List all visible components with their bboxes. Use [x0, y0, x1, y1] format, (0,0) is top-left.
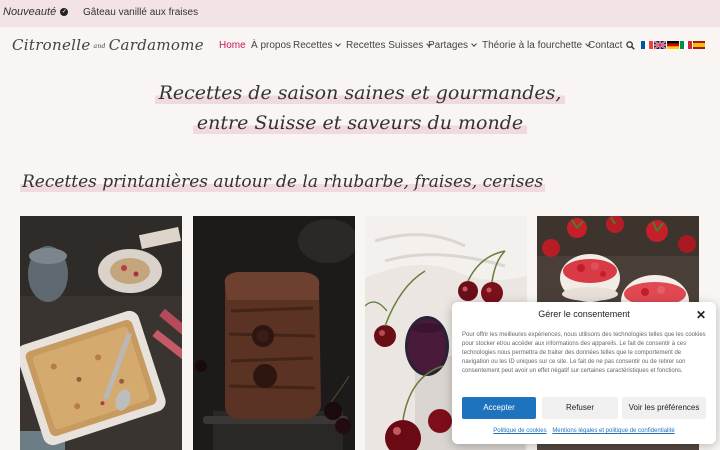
- nav-item-home[interactable]: Home: [219, 40, 246, 51]
- flag-uk-icon[interactable]: [654, 41, 666, 49]
- legal-notice-link[interactable]: Mentions légales et politique de confide…: [552, 428, 674, 434]
- nav-item-contact[interactable]: Contact: [588, 40, 622, 51]
- close-icon[interactable]: ✕: [696, 308, 706, 322]
- chevron-down-icon: [335, 41, 342, 47]
- consent-text: Pour offrir les meilleures expériences, …: [462, 332, 706, 374]
- rhubarb-crumble-image: [20, 216, 182, 450]
- nav-item-theory[interactable]: Théorie à la fourchette: [482, 40, 591, 51]
- nav-item-swiss-recipes[interactable]: Recettes Suisses: [346, 40, 433, 51]
- search-icon[interactable]: [626, 41, 635, 50]
- cookie-consent-dialog: Gérer le consentement ✕ Pour offrir les …: [452, 302, 716, 444]
- cookie-policy-link[interactable]: Politique de cookies: [493, 428, 546, 434]
- accept-button[interactable]: Accepter: [462, 397, 536, 419]
- flag-italy-icon[interactable]: [680, 41, 692, 49]
- language-switcher: [641, 41, 706, 49]
- site-logo[interactable]: Citronelle and Cardamome: [12, 36, 204, 54]
- chocolate-cake-image: [193, 216, 355, 450]
- verified-check-icon: ✓: [60, 8, 69, 16]
- announcement-bar: Nouveauté ✓ Gâteau vanillé aux fraises: [0, 0, 720, 27]
- recipe-card-crumble[interactable]: [20, 216, 182, 450]
- hero-tagline: Recettes de saison saines et gourmandes,…: [0, 78, 720, 138]
- nav-item-sharing[interactable]: Partages: [428, 40, 477, 51]
- refuse-button[interactable]: Refuser: [542, 397, 618, 419]
- main-header: Citronelle and Cardamome Home À propos Rec…: [0, 27, 720, 65]
- consent-title: Gérer le consentement: [538, 309, 630, 319]
- announcement-link[interactable]: Gâteau vanillé aux fraises: [83, 7, 198, 18]
- recipe-card-cake[interactable]: [193, 216, 355, 450]
- flag-france-icon[interactable]: [641, 41, 653, 49]
- consent-links: Politique de cookies Mentions légales et…: [452, 428, 716, 434]
- section-title: Recettes printanières autour de la rhuba…: [20, 172, 546, 192]
- nav-item-recipes[interactable]: Recettes: [293, 40, 342, 51]
- chevron-down-icon: [471, 41, 477, 47]
- flag-germany-icon[interactable]: [667, 41, 679, 49]
- nav-item-about[interactable]: À propos: [251, 40, 291, 51]
- flag-spain-icon[interactable]: [693, 41, 705, 49]
- view-preferences-button[interactable]: Voir les préférences: [622, 397, 706, 419]
- new-badge: Nouveauté ✓: [3, 6, 69, 18]
